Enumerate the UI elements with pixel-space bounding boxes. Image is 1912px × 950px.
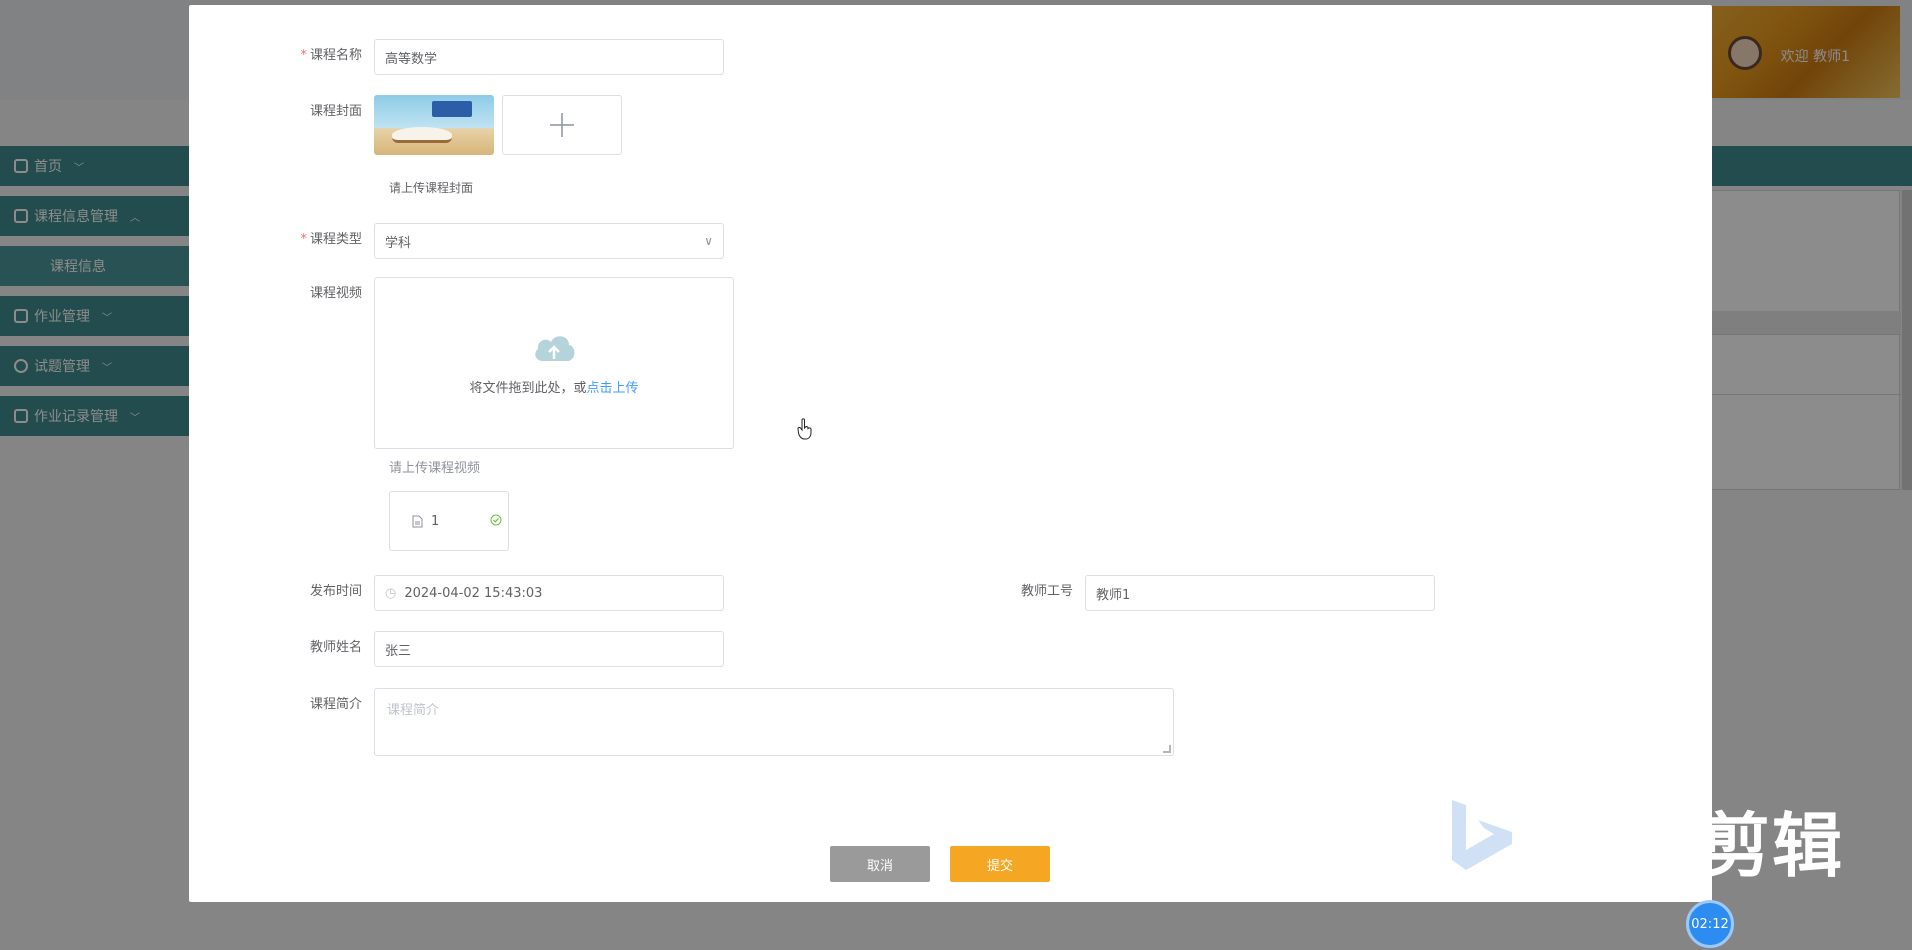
course-name-input[interactable]: 高等数学 xyxy=(374,39,724,75)
clock-icon: ◷ xyxy=(385,585,397,601)
submit-button[interactable]: 提交 xyxy=(950,846,1050,882)
hand-cursor-icon xyxy=(797,418,812,440)
publish-time-value: 2024-04-02 15:43:03 xyxy=(404,585,543,601)
cover-tip: 请上传课程封面 xyxy=(389,181,474,195)
uploaded-file-card[interactable]: 1 xyxy=(389,491,509,551)
row-cover: 课程封面 xyxy=(189,95,622,155)
row-video: 课程视频 将文件拖到此处，或点击上传 xyxy=(189,277,734,449)
course-form: * 课程名称 高等数学 课程封面 请上传课程封面 * 课程类型 学科 ∨ 课程视… xyxy=(189,5,1712,902)
success-check-icon xyxy=(490,514,502,526)
teacher-id-value: 教师1 xyxy=(1096,587,1131,603)
teacher-name-value: 张三 xyxy=(385,643,412,659)
row-intro: 课程简介 课程简介 xyxy=(189,688,1174,756)
publish-time-picker[interactable]: ◷ 2024-04-02 15:43:03 xyxy=(374,575,724,611)
teacher-id-input[interactable]: 教师1 xyxy=(1085,575,1435,611)
course-name-label: * 课程名称 xyxy=(300,48,362,63)
row-course-name: * 课程名称 高等数学 xyxy=(189,39,724,75)
video-upload-dragger[interactable]: 将文件拖到此处，或点击上传 xyxy=(374,277,734,449)
cover-thumbnail[interactable] xyxy=(374,95,494,155)
publish-time-label: 发布时间 xyxy=(309,584,362,599)
cover-upload-button[interactable] xyxy=(502,95,622,155)
uploaded-file-name: 1 xyxy=(431,513,440,529)
required-mark: * xyxy=(300,232,307,247)
recording-timer[interactable]: 02:12 xyxy=(1686,900,1734,948)
dragger-text: 将文件拖到此处，或点击上传 xyxy=(469,380,639,396)
cancel-button[interactable]: 取消 xyxy=(830,846,930,882)
click-upload-link[interactable]: 点击上传 xyxy=(587,381,639,396)
document-icon xyxy=(412,515,423,527)
chevron-down-icon: ∨ xyxy=(704,234,713,248)
teacher-name-input[interactable]: 张三 xyxy=(374,631,724,667)
row-course-type: * 课程类型 学科 ∨ xyxy=(189,223,724,259)
intro-textarea[interactable]: 课程简介 xyxy=(374,688,1174,756)
cloud-upload-icon xyxy=(535,335,575,361)
row-teacher-name: 教师姓名 张三 xyxy=(189,631,724,667)
video-tip: 请上传课程视频 xyxy=(389,461,481,476)
resize-handle[interactable] xyxy=(1163,745,1171,753)
teacher-name-label: 教师姓名 xyxy=(309,640,362,655)
row-publish-time: 发布时间 ◷ 2024-04-02 15:43:03 xyxy=(189,575,724,611)
cover-badge-graphic xyxy=(432,101,472,117)
bing-logo-icon xyxy=(1452,800,1512,870)
course-edit-dialog: * 课程名称 高等数学 课程封面 请上传课程封面 * 课程类型 学科 ∨ 课程视… xyxy=(189,5,1712,902)
required-mark: * xyxy=(300,48,307,63)
intro-placeholder: 课程简介 xyxy=(387,703,440,718)
course-type-label: * 课程类型 xyxy=(300,232,362,247)
video-label: 课程视频 xyxy=(309,286,362,301)
course-type-select[interactable]: 学科 ∨ xyxy=(374,223,724,259)
book-graphic xyxy=(392,127,452,143)
cover-label: 课程封面 xyxy=(309,104,362,119)
intro-label: 课程简介 xyxy=(309,697,362,712)
course-name-value: 高等数学 xyxy=(385,51,438,67)
row-teacher-id: 教师工号 教师1 xyxy=(900,575,1435,611)
teacher-id-label: 教师工号 xyxy=(1020,584,1073,599)
watermark-text: 剪辑 xyxy=(1700,805,1844,887)
course-type-value: 学科 xyxy=(385,235,412,251)
plus-icon xyxy=(550,113,574,137)
